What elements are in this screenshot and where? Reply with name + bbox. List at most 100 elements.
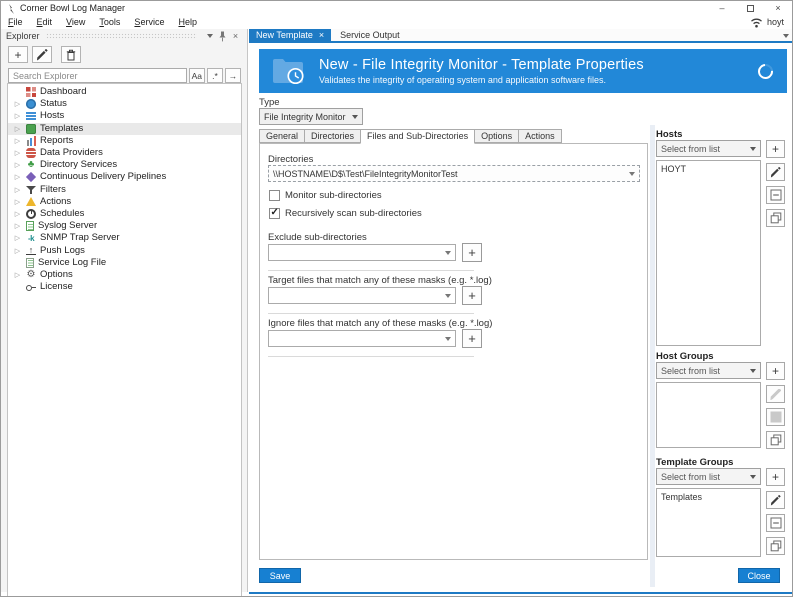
- checkbox-checked[interactable]: [269, 208, 280, 219]
- hosts-list[interactable]: HOYT: [656, 160, 761, 346]
- pin-icon[interactable]: [216, 30, 229, 42]
- tree-item[interactable]: ▷ Status: [8, 98, 241, 110]
- menu-file[interactable]: File: [1, 17, 30, 27]
- tab-new-template[interactable]: New Template ×: [249, 29, 331, 41]
- document-area: New Template × Service Output New - File…: [249, 29, 793, 594]
- list-item[interactable]: HOYT: [657, 161, 760, 175]
- exclude-combo[interactable]: [268, 244, 456, 261]
- expander-icon[interactable]: ▷: [13, 149, 22, 157]
- tab-directories[interactable]: Directories: [304, 129, 361, 143]
- tab-list-chevron-icon[interactable]: [783, 34, 789, 38]
- template-groups-copy-button[interactable]: [766, 537, 785, 555]
- expander-icon[interactable]: ▷: [13, 271, 22, 279]
- expander-icon[interactable]: ▷: [13, 198, 22, 206]
- tree-item-label: Hosts: [40, 110, 64, 122]
- exclude-add-button[interactable]: +: [462, 243, 482, 262]
- search-go-button[interactable]: →: [225, 68, 241, 83]
- tab-service-output[interactable]: Service Output: [331, 29, 409, 41]
- tree-item[interactable]: ▷ Hosts: [8, 110, 241, 122]
- tree-item[interactable]: ▷ ↑ Push Logs: [8, 244, 241, 256]
- tree-item[interactable]: ▷ Reports: [8, 135, 241, 147]
- template-groups-list[interactable]: Templates: [656, 488, 761, 557]
- template-groups-select[interactable]: Select from list: [656, 468, 761, 485]
- template-groups-add-button[interactable]: +: [766, 468, 785, 486]
- expander-icon[interactable]: ▷: [13, 222, 22, 230]
- monitor-subdirs-checkbox-row[interactable]: Monitor sub-directories: [269, 190, 382, 201]
- tree-item[interactable]: ▷ Schedules: [8, 208, 241, 220]
- tree-item[interactable]: ▷ Syslog Server: [8, 220, 241, 232]
- tree-item[interactable]: ▷ ⚙ Options: [8, 269, 241, 281]
- splitter-handle[interactable]: [650, 125, 655, 587]
- host-groups-add-button[interactable]: +: [766, 362, 785, 380]
- tree-item[interactable]: ▷ Continuous Delivery Pipelines: [8, 171, 241, 183]
- menu-service[interactable]: Service: [127, 17, 171, 27]
- search-input[interactable]: [8, 68, 187, 83]
- host-groups-copy-button[interactable]: [766, 431, 785, 449]
- tree-item[interactable]: License: [8, 281, 241, 293]
- tree-item[interactable]: ▷ Templates: [8, 123, 241, 135]
- expander-icon[interactable]: ▷: [13, 125, 22, 133]
- chevron-down-icon: [445, 251, 451, 255]
- target-masks-add-button[interactable]: +: [462, 286, 482, 305]
- expander-icon[interactable]: ▷: [13, 173, 22, 181]
- close-window-button[interactable]: ×: [764, 1, 792, 15]
- form-tab-strip: General Directories Files and Sub-Direct…: [259, 129, 561, 144]
- tab-options[interactable]: Options: [474, 129, 519, 143]
- hosts-add-button[interactable]: +: [766, 140, 785, 158]
- delete-button[interactable]: [61, 46, 81, 63]
- template-groups-remove-button[interactable]: [766, 514, 785, 532]
- hosts-edit-button[interactable]: [766, 163, 785, 181]
- directories-combo[interactable]: \\HOSTNAME\D$\Test\FileIntegrityMonitorT…: [268, 165, 640, 182]
- panel-menu-icon[interactable]: [203, 30, 216, 42]
- expander-icon[interactable]: ▷: [13, 161, 22, 169]
- match-case-button[interactable]: Aa: [189, 68, 205, 83]
- expander-icon[interactable]: ▷: [13, 247, 22, 255]
- recursive-scan-checkbox-row[interactable]: Recursively scan sub-directories: [269, 208, 422, 219]
- regex-button[interactable]: .*: [207, 68, 223, 83]
- ignore-masks-add-button[interactable]: +: [462, 329, 482, 348]
- expander-icon[interactable]: ▷: [13, 112, 22, 120]
- hosts-copy-button[interactable]: [766, 209, 785, 227]
- host-groups-select[interactable]: Select from list: [656, 362, 761, 379]
- expander-icon[interactable]: ▷: [13, 137, 22, 145]
- tree-item[interactable]: ▷ Filters: [8, 184, 241, 196]
- tree-item[interactable]: Service Log File: [8, 257, 241, 269]
- edit-button[interactable]: [32, 46, 52, 63]
- pencil-icon: [36, 49, 48, 61]
- menu-help[interactable]: Help: [171, 17, 204, 27]
- menu-tools[interactable]: Tools: [92, 17, 127, 27]
- tree-item[interactable]: ▷ -k SNMP Trap Server: [8, 232, 241, 244]
- expander-icon[interactable]: ▷: [13, 210, 22, 218]
- tab-close-icon[interactable]: ×: [319, 30, 324, 40]
- tab-actions[interactable]: Actions: [518, 129, 562, 143]
- type-select[interactable]: File Integrity Monitor: [259, 108, 363, 125]
- template-groups-edit-button[interactable]: [766, 491, 785, 509]
- close-button[interactable]: Close: [738, 568, 780, 583]
- tree-item[interactable]: ▷ ♣ Directory Services: [8, 159, 241, 171]
- tree-item[interactable]: Dashboard: [8, 86, 241, 98]
- chevron-down-icon: [445, 337, 451, 341]
- close-panel-icon[interactable]: ×: [229, 30, 242, 42]
- host-groups-list[interactable]: [656, 382, 761, 448]
- pencil-icon: [770, 389, 781, 400]
- expander-icon[interactable]: ▷: [13, 234, 22, 242]
- tree-item[interactable]: ▷ Data Providers: [8, 147, 241, 159]
- tree-item[interactable]: ▷ Actions: [8, 196, 241, 208]
- checkbox-unchecked[interactable]: [269, 190, 280, 201]
- save-button[interactable]: Save: [259, 568, 301, 583]
- maximize-button[interactable]: [736, 1, 764, 15]
- target-masks-combo[interactable]: [268, 287, 456, 304]
- ignore-masks-combo[interactable]: [268, 330, 456, 347]
- tab-general[interactable]: General: [259, 129, 305, 143]
- tab-files-and-sub-directories[interactable]: Files and Sub-Directories: [360, 129, 475, 144]
- menu-view[interactable]: View: [59, 17, 92, 27]
- add-button[interactable]: +: [8, 46, 28, 63]
- expander-icon[interactable]: ▷: [13, 186, 22, 194]
- wifi-icon: [750, 17, 763, 28]
- expander-icon[interactable]: ▷: [13, 100, 22, 108]
- hosts-remove-button[interactable]: [766, 186, 785, 204]
- list-item[interactable]: Templates: [657, 489, 760, 503]
- menu-edit[interactable]: Edit: [30, 17, 60, 27]
- minimize-button[interactable]: –: [708, 1, 736, 15]
- hosts-select[interactable]: Select from list: [656, 140, 761, 157]
